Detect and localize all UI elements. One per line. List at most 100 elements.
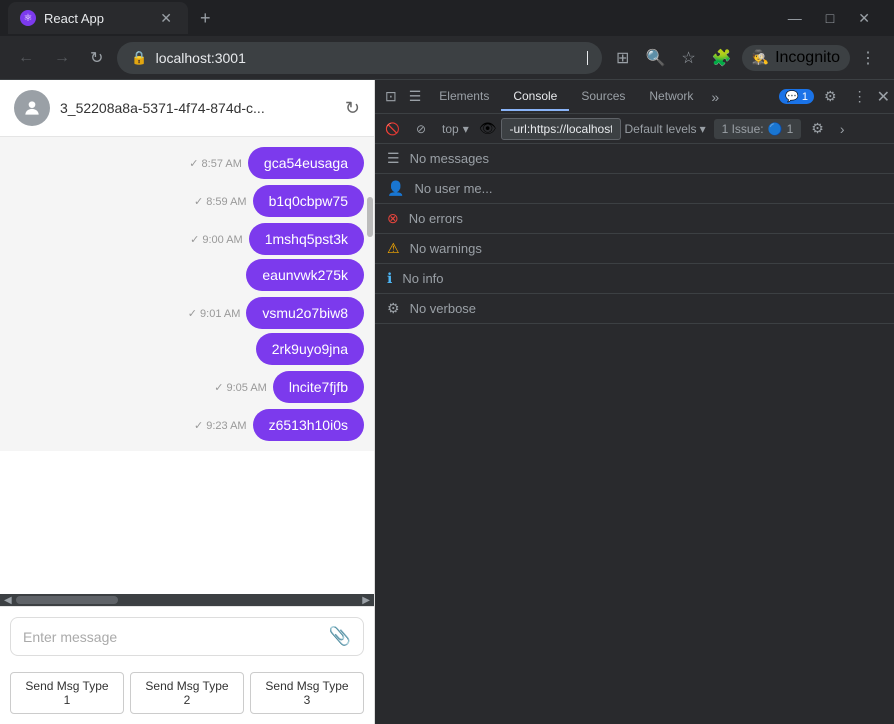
- attach-icon[interactable]: 📎: [329, 626, 351, 647]
- new-tab-button[interactable]: +: [192, 4, 219, 33]
- devtools-settings-icon[interactable]: ⚙: [818, 84, 843, 109]
- message-row: ✓ 8:57 AM gca54eusaga: [189, 147, 364, 179]
- message-time: ✓ 9:23 AM: [194, 419, 247, 432]
- context-chevron: ▾: [463, 122, 469, 136]
- chevron-right-icon[interactable]: ›: [834, 118, 851, 140]
- close-button[interactable]: ✕: [850, 6, 878, 31]
- message-group: ✓ 9:00 AM 1mshq5pst3k eaunvwk275k: [10, 221, 364, 293]
- extension-icon[interactable]: 🧩: [706, 42, 738, 74]
- message-row: ✓ 9:01 AMvsmu2o7biw8: [188, 297, 364, 329]
- devtools-more-options[interactable]: ⋮: [847, 84, 873, 109]
- issue-badge[interactable]: 1 Issue: 🔵 1: [714, 119, 802, 139]
- incognito-badge[interactable]: 🕵 Incognito: [742, 45, 850, 71]
- bottom-scrollbar: ◀ ▶: [0, 594, 374, 606]
- chat-scrollbar[interactable]: [366, 137, 374, 594]
- console-item-msg[interactable]: ☰ No messages: [375, 144, 894, 174]
- message-bubble[interactable]: vsmu2o7biw8: [246, 297, 364, 329]
- context-label: top: [442, 122, 459, 136]
- devtools-device-icon[interactable]: ☰: [403, 84, 428, 109]
- active-tab[interactable]: ⚛ React App ✕: [8, 2, 188, 34]
- msg-icon: ☰: [387, 150, 400, 167]
- tab-network[interactable]: Network: [637, 83, 705, 111]
- console-item-user[interactable]: 👤No user me...: [375, 174, 894, 204]
- message-row: 2rk9uyo9jna: [180, 333, 364, 365]
- user-icon: 👤: [387, 180, 404, 197]
- send-msg-type-1-button[interactable]: Send Msg Type 1: [10, 672, 124, 714]
- scroll-right-button[interactable]: ▶: [358, 595, 374, 606]
- send-msg-type-2-button[interactable]: Send Msg Type 2: [130, 672, 244, 714]
- send-msg-type-3-button[interactable]: Send Msg Type 3: [250, 672, 364, 714]
- app-panel: 3_52208a8a-5371-4f74-874d-c... ↻ ✓ 8:57 …: [0, 80, 375, 724]
- reload-button[interactable]: ↻: [84, 42, 109, 74]
- message-time: ✓ 9:00 AM: [190, 233, 243, 246]
- avatar: [14, 90, 50, 126]
- message-bubble[interactable]: eaunvwk275k: [246, 259, 364, 291]
- header-action-icon[interactable]: ↻: [345, 98, 360, 119]
- issue-count: 1: [787, 122, 794, 136]
- window-controls: — □ ✕: [780, 6, 886, 31]
- lock-icon: 🔒: [131, 50, 147, 66]
- message-input[interactable]: [23, 629, 321, 645]
- tab-elements[interactable]: Elements: [427, 83, 501, 111]
- content-area: 3_52208a8a-5371-4f74-874d-c... ↻ ✓ 8:57 …: [0, 80, 894, 724]
- clear-console-button[interactable]: 🚫: [379, 119, 406, 139]
- context-selector[interactable]: top ▾: [436, 119, 475, 139]
- message-time: ✓ 8:57 AM: [189, 157, 242, 170]
- bookmark-icon[interactable]: ☆: [675, 42, 701, 74]
- console-item-text: No info: [402, 271, 443, 286]
- forward-button[interactable]: →: [48, 43, 76, 73]
- issue-icon: 🔵: [768, 122, 783, 136]
- message-bubble[interactable]: z6513h10i0s: [253, 409, 364, 441]
- warning-icon: ⚠: [387, 240, 400, 257]
- message-bubble[interactable]: 1mshq5pst3k: [249, 223, 364, 255]
- devtools-inspect-icon[interactable]: ⊡: [379, 84, 403, 109]
- action-buttons: Send Msg Type 1Send Msg Type 2Send Msg T…: [0, 666, 374, 724]
- message-bubble[interactable]: b1q0cbpw75: [253, 185, 364, 217]
- message-time: ✓ 9:05 AM: [214, 381, 267, 394]
- tab-area: ⚛ React App ✕ +: [8, 2, 776, 34]
- filter-toggle-button[interactable]: ⊘: [410, 119, 432, 139]
- message-bubble[interactable]: lncite7fjfb: [273, 371, 364, 403]
- input-area: 📎: [0, 606, 374, 666]
- console-item-text: No messages: [410, 151, 489, 166]
- message-bubble[interactable]: 2rk9uyo9jna: [256, 333, 364, 365]
- menu-button[interactable]: ⋮: [854, 42, 882, 74]
- message-bubble[interactable]: gca54eusaga: [248, 147, 364, 179]
- console-badge: 💬 1: [779, 89, 814, 104]
- message-row: ✓ 9:23 AM z6513h10i0s: [194, 409, 364, 441]
- zoom-icon[interactable]: 🔍: [639, 42, 671, 74]
- browser-window: ⚛ React App ✕ + — □ ✕ ← → ↻ 🔒 localhost:…: [0, 0, 894, 724]
- levels-dropdown-wrapper[interactable]: Default levels ▾: [625, 122, 706, 136]
- scroll-left-button[interactable]: ◀: [0, 595, 16, 606]
- console-settings-icon[interactable]: ⚙: [805, 117, 830, 140]
- message-group: ✓ 8:57 AM gca54eusaga: [10, 145, 364, 181]
- h-scroll-thumb[interactable]: [16, 596, 119, 604]
- chat-scroll-thumb[interactable]: [367, 197, 373, 237]
- devtools-tabs: ⊡ ☰ Elements Console Sources Network » 💬…: [375, 80, 894, 114]
- translate-icon[interactable]: ⊞: [610, 42, 635, 74]
- verbose-icon: ⚙: [387, 300, 400, 317]
- console-item-text: No warnings: [410, 241, 482, 256]
- devtools-close-button[interactable]: ✕: [877, 87, 890, 107]
- message-row: eaunvwk275k: [170, 259, 364, 291]
- console-item-verbose[interactable]: ⚙ No verbose: [375, 294, 894, 324]
- console-item-info[interactable]: ℹNo info: [375, 264, 894, 294]
- message-input-row: 📎: [10, 617, 364, 656]
- incognito-icon: 🕵: [752, 49, 769, 66]
- console-item-error[interactable]: ⊗No errors: [375, 204, 894, 234]
- filter-input[interactable]: [501, 118, 621, 140]
- console-toolbar: 🚫 ⊘ top ▾ 👁 Default levels ▾ 1 Issue: 🔵 …: [375, 114, 894, 144]
- tab-console[interactable]: Console: [501, 83, 569, 111]
- incognito-label: Incognito: [775, 49, 840, 67]
- console-item-warning[interactable]: ⚠ No warnings: [375, 234, 894, 264]
- maximize-button[interactable]: □: [818, 6, 842, 31]
- tab-sources[interactable]: Sources: [569, 83, 637, 111]
- nav-actions: ⊞ 🔍 ☆ 🧩 🕵 Incognito ⋮: [610, 42, 882, 74]
- back-button[interactable]: ←: [12, 43, 40, 73]
- devtools-more-tabs[interactable]: »: [705, 85, 725, 109]
- address-bar[interactable]: 🔒 localhost:3001: [117, 42, 602, 74]
- console-item-text: No verbose: [410, 301, 476, 316]
- minimize-button[interactable]: —: [780, 6, 810, 31]
- eye-icon[interactable]: 👁: [479, 120, 497, 137]
- tab-close-button[interactable]: ✕: [156, 8, 176, 29]
